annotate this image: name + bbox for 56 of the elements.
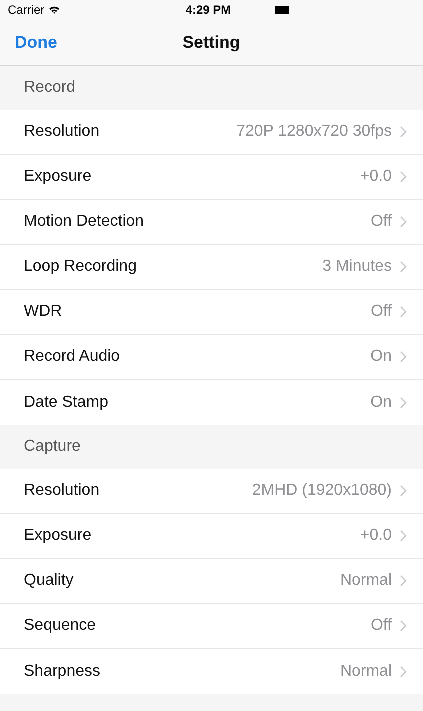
- chevron-icon: [400, 575, 407, 587]
- settings-row[interactable]: Resolution 2MHD (1920x1080): [0, 469, 423, 514]
- status-time: 4:29 PM: [184, 3, 232, 17]
- settings-row[interactable]: Quality Normal: [0, 559, 423, 604]
- row-label: Sequence: [24, 617, 96, 635]
- settings-row[interactable]: WDR Off: [0, 290, 423, 335]
- section-header: Capture: [23, 437, 82, 457]
- row-label: Sharpness: [24, 662, 100, 680]
- row-value: On: [370, 348, 392, 366]
- settings-row[interactable]: Exposure +0.0: [0, 514, 423, 559]
- row-value: Off: [370, 213, 392, 231]
- chevron-icon: [400, 530, 407, 542]
- row-label: Resolution: [24, 482, 100, 500]
- section-header: Record: [23, 78, 77, 98]
- battery-icon: [275, 6, 290, 14]
- row-label: Loop Recording: [24, 258, 137, 276]
- chevron-icon: [400, 261, 407, 273]
- done-button[interactable]: Done: [0, 32, 58, 52]
- chevron-icon: [400, 666, 407, 678]
- chevron-icon: [400, 620, 407, 632]
- chevron-icon: [400, 306, 407, 318]
- settings-row[interactable]: Motion Detection Off: [0, 200, 423, 245]
- settings-row[interactable]: Date Stamp On: [0, 380, 423, 425]
- row-label: Record Audio: [24, 348, 120, 366]
- screen-title: Setting: [182, 32, 240, 52]
- settings-row[interactable]: Resolution 720P 1280x720 30fps: [0, 110, 423, 155]
- row-label: Motion Detection: [24, 213, 144, 231]
- settings-row[interactable]: Record Audio On: [0, 335, 423, 380]
- carrier-label: Carrier: [8, 3, 45, 17]
- settings-row[interactable]: Sharpness Normal: [0, 649, 423, 694]
- row-label: Resolution: [24, 123, 100, 141]
- wifi-icon: [48, 6, 60, 14]
- row-value: 3 Minutes: [322, 258, 392, 276]
- row-value: Off: [370, 303, 392, 321]
- chevron-icon: [400, 351, 407, 363]
- row-value: +0.0: [360, 168, 392, 186]
- settings-row[interactable]: Loop Recording 3 Minutes: [0, 245, 423, 290]
- chevron-icon: [400, 126, 407, 138]
- chevron-icon: [400, 216, 407, 228]
- row-label: Quality: [24, 572, 74, 590]
- row-label: Date Stamp: [24, 394, 108, 412]
- row-value: Normal: [340, 662, 392, 680]
- row-value: On: [370, 394, 392, 412]
- row-label: Exposure: [24, 168, 92, 186]
- settings-row[interactable]: Exposure +0.0: [0, 155, 423, 200]
- chevron-icon: [400, 171, 407, 183]
- row-value: 720P 1280x720 30fps: [236, 123, 392, 141]
- row-value: 2MHD (1920x1080): [252, 482, 392, 500]
- row-value: +0.0: [360, 527, 392, 545]
- row-label: Exposure: [24, 527, 92, 545]
- settings-row[interactable]: Sequence Off: [0, 604, 423, 649]
- chevron-icon: [400, 485, 407, 497]
- chevron-icon: [400, 396, 407, 408]
- row-label: WDR: [24, 303, 62, 321]
- row-value: Off: [370, 617, 392, 635]
- row-value: Normal: [340, 572, 392, 590]
